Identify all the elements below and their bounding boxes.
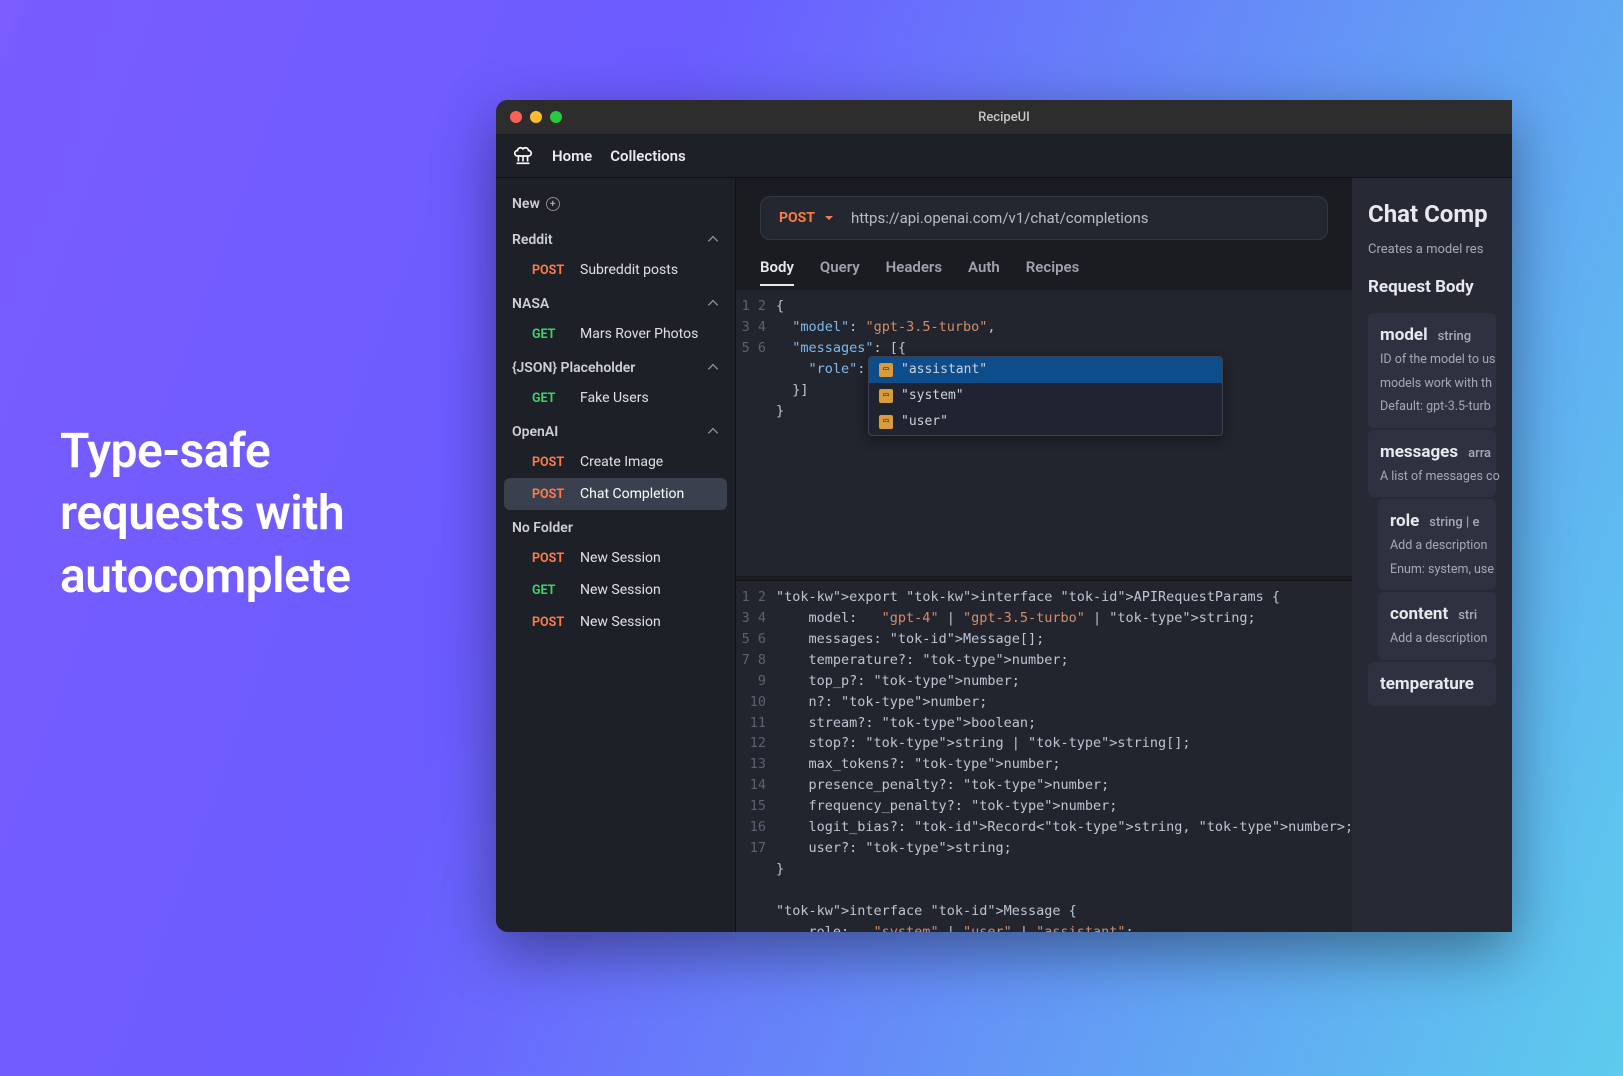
window-maximize-icon[interactable] (550, 111, 562, 123)
sidebar-item-label: Subreddit posts (580, 262, 678, 278)
chevron-up-icon (707, 234, 719, 246)
window-minimize-icon[interactable] (530, 111, 542, 123)
chevron-down-icon[interactable] (825, 216, 833, 220)
sidebar-folder[interactable]: {JSON} Placeholder (496, 350, 735, 382)
autocomplete-option-label: "user" (901, 412, 948, 432)
nav-home[interactable]: Home (552, 147, 592, 165)
method-badge: GET (532, 327, 570, 342)
doc-field-name: content (1390, 604, 1448, 624)
sidebar-item[interactable]: POST Create Image (504, 446, 727, 478)
docs-section-heading: Request Body (1368, 277, 1496, 297)
docs-subtitle: Creates a model res (1368, 242, 1496, 257)
tab-headers[interactable]: Headers (886, 258, 942, 286)
sidebar-item[interactable]: POST New Session (504, 606, 727, 638)
sidebar-folder-label: {JSON} Placeholder (512, 360, 635, 376)
sidebar-folder-label: OpenAI (512, 424, 558, 440)
request-tabs: Body Query Headers Auth Recipes (736, 240, 1352, 286)
sidebar-item-label: New Session (580, 614, 661, 630)
sidebar-folder[interactable]: Reddit (496, 222, 735, 254)
method-badge: POST (532, 487, 570, 502)
tab-auth[interactable]: Auth (968, 258, 1000, 286)
sidebar-new-button[interactable]: New + (496, 186, 735, 222)
autocomplete-option-label: "assistant" (901, 360, 987, 380)
doc-field-name: messages (1380, 442, 1458, 462)
method-badge: POST (532, 615, 570, 630)
docs-title: Chat Comp (1368, 200, 1496, 228)
method-badge: POST (532, 455, 570, 470)
autocomplete-popup[interactable]: ▭ "assistant" ▭ "system" ▭ "user" (868, 356, 1223, 436)
doc-field-desc: ID of the model to us (1380, 351, 1484, 369)
autocomplete-option[interactable]: ▭ "assistant" (869, 357, 1222, 383)
request-method[interactable]: POST (779, 210, 815, 226)
autocomplete-option[interactable]: ▭ "system" (869, 383, 1222, 409)
sidebar-item[interactable]: GET Mars Rover Photos (504, 318, 727, 350)
app-window: RecipeUI Home Collections New + Reddit PO… (496, 100, 1512, 932)
method-badge: GET (532, 583, 570, 598)
doc-field-type: string | e (1429, 515, 1479, 530)
window-title: RecipeUI (978, 110, 1030, 125)
doc-field-desc: A list of messages co (1380, 468, 1484, 486)
chevron-up-icon (707, 426, 719, 438)
docs-panel: Chat Comp Creates a model res Request Bo… (1352, 178, 1512, 932)
method-badge: POST (532, 263, 570, 278)
sidebar-folder[interactable]: NASA (496, 286, 735, 318)
sidebar-item[interactable]: GET New Session (504, 574, 727, 606)
chevron-up-icon (707, 362, 719, 374)
app-logo-icon (512, 145, 534, 167)
body-editor[interactable]: 1 2 3 4 5 6 { "model": "gpt-3.5-turbo", … (736, 290, 1352, 576)
sidebar-item-label: Create Image (580, 454, 663, 470)
sidebar-item-label: New Session (580, 550, 661, 566)
autocomplete-option-label: "system" (901, 386, 964, 406)
sidebar-item-label: Chat Completion (580, 486, 684, 502)
chevron-up-icon (707, 298, 719, 310)
sidebar-folder-label: NASA (512, 296, 549, 312)
sidebar-item[interactable]: GET Fake Users (504, 382, 727, 414)
method-badge: GET (532, 391, 570, 406)
main-panel: POST https://api.openai.com/v1/chat/comp… (736, 178, 1352, 932)
sidebar-item[interactable]: POST New Session (504, 542, 727, 574)
window-titlebar: RecipeUI (496, 100, 1512, 134)
doc-field-name: temperature (1380, 674, 1474, 694)
doc-field: modelstringID of the model to usmodels w… (1368, 313, 1496, 428)
doc-field-desc: Add a description (1390, 537, 1484, 555)
sidebar-item-label: Fake Users (580, 390, 649, 406)
sidebar-folder-label: Reddit (512, 232, 553, 248)
doc-field: rolestring | eAdd a descriptionEnum: sys… (1378, 499, 1496, 590)
sidebar-item[interactable]: POST Chat Completion (504, 478, 727, 510)
enum-icon: ▭ (879, 389, 893, 403)
enum-icon: ▭ (879, 415, 893, 429)
tab-body[interactable]: Body (760, 258, 794, 286)
tab-recipes[interactable]: Recipes (1026, 258, 1080, 286)
doc-field-type: stri (1458, 608, 1477, 623)
plus-icon: + (546, 197, 560, 211)
app-menubar: Home Collections (496, 134, 1512, 178)
request-url[interactable]: https://api.openai.com/v1/chat/completio… (851, 209, 1149, 227)
doc-field-name: role (1390, 511, 1419, 531)
doc-field: content stri Add a description (1378, 592, 1496, 660)
sidebar-folder[interactable]: No Folder (496, 510, 735, 542)
sidebar: New + Reddit POST Subreddit posts NASA GET Ma… (496, 178, 736, 932)
sidebar-folder-label: No Folder (512, 520, 573, 536)
sidebar-item[interactable]: POST Subreddit posts (504, 254, 727, 286)
doc-field-type: string (1438, 329, 1472, 344)
types-editor[interactable]: 1 2 3 4 5 6 7 8 9 10 11 12 13 14 15 16 1… (736, 580, 1352, 932)
sidebar-item-label: Mars Rover Photos (580, 326, 698, 342)
enum-icon: ▭ (879, 363, 893, 377)
tab-query[interactable]: Query (820, 258, 860, 286)
doc-field-desc: Add a description (1390, 630, 1484, 648)
request-url-bar[interactable]: POST https://api.openai.com/v1/chat/comp… (760, 196, 1328, 240)
window-close-icon[interactable] (510, 111, 522, 123)
nav-collections[interactable]: Collections (610, 147, 686, 165)
doc-field-type: arra (1468, 446, 1491, 461)
doc-field-name: model (1380, 325, 1428, 345)
doc-field: temperature (1368, 662, 1496, 706)
promo-headline: Type-safe requests with autocomplete (60, 420, 350, 607)
sidebar-item-label: New Session (580, 582, 661, 598)
method-badge: POST (532, 551, 570, 566)
doc-field: messages arra A list of messages co (1368, 430, 1496, 498)
autocomplete-option[interactable]: ▭ "user" (869, 409, 1222, 435)
sidebar-folder[interactable]: OpenAI (496, 414, 735, 446)
sidebar-new-label: New (512, 196, 540, 212)
